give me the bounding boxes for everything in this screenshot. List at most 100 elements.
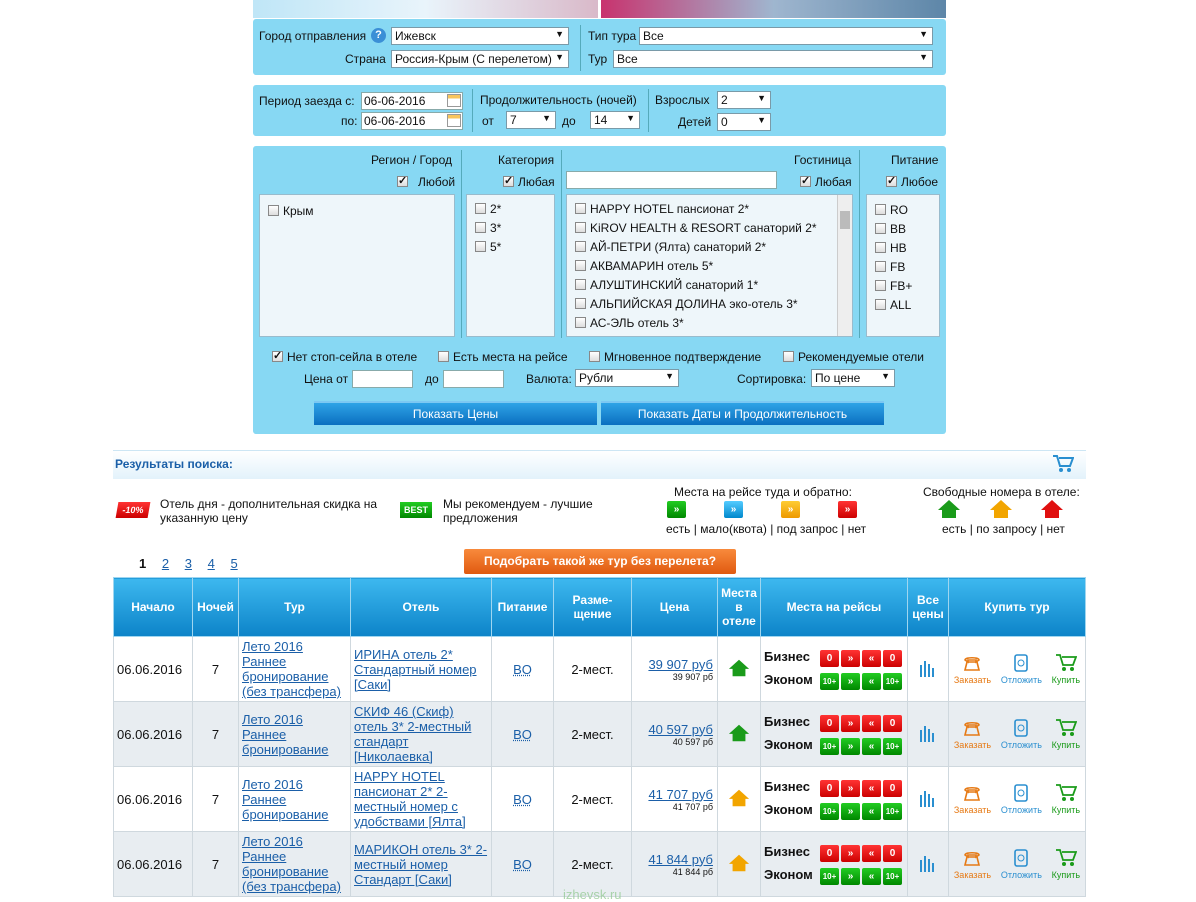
buy-button[interactable]: Купить (1052, 848, 1080, 880)
currency-select[interactable]: Рубли ▼ (575, 369, 679, 387)
page-1[interactable]: 1 (139, 556, 146, 571)
list-item[interactable]: FB+ (875, 278, 931, 297)
show-prices-button[interactable]: Показать Цены (314, 401, 597, 425)
page-5[interactable]: 5 (230, 556, 237, 571)
nights-from-select[interactable]: 7 ▼ (506, 111, 556, 129)
list-item[interactable]: BB (875, 221, 931, 240)
tour-type-select[interactable]: Все ▼ (639, 27, 933, 45)
buy-button[interactable]: Купить (1052, 783, 1080, 815)
house-orange-icon (728, 854, 750, 876)
defer-button[interactable]: Отложить (1001, 718, 1042, 750)
hotel-link[interactable]: МАРИКОН отель 3* 2-местный номер Стандар… (354, 842, 487, 887)
checkbox[interactable] (886, 174, 897, 187)
list-item[interactable]: RO (875, 202, 931, 221)
order-button[interactable]: Заказать (954, 653, 991, 685)
col-price[interactable]: Цена (631, 577, 718, 637)
list-item[interactable]: 2* (475, 201, 546, 220)
order-button[interactable]: Заказать (954, 848, 991, 880)
no-flight-button[interactable]: Подобрать такой же тур без перелета? (464, 549, 736, 574)
page-2[interactable]: 2 (162, 556, 169, 571)
tour-link[interactable]: Лето 2016 Раннее бронирование (без транс… (242, 834, 341, 894)
opt-no-stop-sale[interactable]: Нет стоп-сейла в отеле (272, 349, 417, 364)
defer-button[interactable]: Отложить (1001, 653, 1042, 685)
meal-link[interactable]: BO (513, 857, 532, 872)
buy-button[interactable]: Купить (1052, 718, 1080, 750)
col-start[interactable]: Начало (113, 577, 193, 637)
hotel-link[interactable]: ИРИНА отель 2* Стандартный номер [Саки] (354, 647, 477, 692)
scrollbar[interactable] (837, 195, 852, 336)
price-link[interactable]: 40 597 руб (648, 722, 713, 737)
col-hotel[interactable]: Отель (350, 577, 492, 637)
hotel-any[interactable]: Любая (800, 174, 852, 189)
hotel-link[interactable]: СКИФ 46 (Скиф) отель 3* 2-местный станда… (354, 704, 471, 764)
order-button[interactable]: Заказать (954, 783, 991, 815)
col-nights[interactable]: Ночей (192, 577, 239, 637)
tour-link[interactable]: Лето 2016 Раннее бронирование (без транс… (242, 639, 341, 699)
tour-select[interactable]: Все ▼ (613, 50, 933, 68)
adults-select[interactable]: 2 ▼ (717, 91, 771, 109)
list-item[interactable]: KiROV HEALTH & RESORT санаторий 2* (575, 220, 844, 239)
col-meal[interactable]: Питание (491, 577, 554, 637)
page-3[interactable]: 3 (185, 556, 192, 571)
city-select[interactable]: Ижевск ▼ (391, 27, 569, 45)
col-tour[interactable]: Тур (238, 577, 351, 637)
defer-button[interactable]: Отложить (1001, 783, 1042, 815)
bar-chart-icon[interactable] (918, 725, 938, 745)
opt-recommended[interactable]: Рекомендуемые отели (783, 350, 924, 364)
bar-chart-icon[interactable] (918, 660, 938, 680)
list-item[interactable]: АЙ-ПЕТРИ (Ялта) санаторий 2* (575, 239, 844, 258)
list-item[interactable]: АЛЬПИЙСКАЯ ДОЛИНА эко-отель 3* (575, 296, 844, 315)
hotel-search-input[interactable] (566, 171, 777, 189)
page-4[interactable]: 4 (208, 556, 215, 571)
price-to-input[interactable] (443, 370, 504, 388)
price-from-input[interactable] (352, 370, 413, 388)
defer-button[interactable]: Отложить (1001, 848, 1042, 880)
region-list[interactable]: Крым (259, 194, 455, 337)
show-dates-button[interactable]: Показать Даты и Продолжительность (601, 401, 884, 425)
list-item[interactable]: 5* (475, 239, 546, 258)
list-item[interactable]: АКВАМАРИН отель 5* (575, 258, 844, 277)
hotel-link[interactable]: HAPPY HOTEL пансионат 2* 2-местный номер… (354, 769, 466, 829)
meal-link[interactable]: BO (513, 792, 532, 807)
meal-link[interactable]: BO (513, 662, 532, 677)
hotel-list[interactable]: HAPPY HOTEL пансионат 2* KiROV HEALTH & … (566, 194, 853, 337)
list-item[interactable]: FB (875, 259, 931, 278)
country-select[interactable]: Россия-Крым (С перелетом) ▼ (391, 50, 569, 68)
buy-button[interactable]: Купить (1052, 653, 1080, 685)
opt-flight-seats[interactable]: Есть места на рейсе (438, 350, 568, 364)
opt-instant[interactable]: Мгновенное подтверждение (589, 350, 761, 364)
bar-chart-icon[interactable] (918, 855, 938, 875)
meal-link[interactable]: BO (513, 727, 532, 742)
checkbox[interactable] (397, 174, 408, 187)
list-item[interactable]: ALL (875, 297, 931, 316)
price-link[interactable]: 41 844 руб (648, 852, 713, 867)
checkbox[interactable] (800, 174, 811, 187)
nights-to-select[interactable]: 14 ▼ (590, 111, 640, 129)
bar-chart-icon[interactable] (918, 790, 938, 810)
children-select[interactable]: 0 ▼ (717, 113, 771, 131)
tour-link[interactable]: Лето 2016 Раннее бронирование (242, 712, 328, 757)
order-button[interactable]: Заказать (954, 718, 991, 750)
calendar-icon[interactable] (447, 94, 461, 107)
meal-list[interactable]: RO BB HB FB FB+ ALL (866, 194, 940, 337)
list-item[interactable]: HB (875, 240, 931, 259)
tour-link[interactable]: Лето 2016 Раннее бронирование (242, 777, 328, 822)
col-place[interactable]: Разме-щение (553, 577, 632, 637)
list-item[interactable]: 3* (475, 220, 546, 239)
list-item[interactable]: HAPPY HOTEL пансионат 2* (575, 201, 844, 220)
price-link[interactable]: 41 707 руб (648, 787, 713, 802)
help-icon[interactable]: ? (371, 28, 386, 43)
category-any[interactable]: Любая (503, 174, 555, 189)
calendar-icon[interactable] (447, 114, 461, 127)
list-item[interactable]: АЛУШТИНСКИЙ санаторий 1* (575, 277, 844, 296)
cart-icon[interactable] (1052, 454, 1075, 474)
region-any[interactable]: Любой (397, 174, 455, 189)
checkbox[interactable] (503, 174, 514, 187)
list-item[interactable]: АС-ЭЛЬ отель 3* (575, 315, 844, 334)
sort-select[interactable]: По цене ▼ (811, 369, 895, 387)
scroll-thumb[interactable] (840, 211, 850, 229)
price-link[interactable]: 39 907 руб (648, 657, 713, 672)
list-item[interactable]: Крым (268, 203, 446, 222)
category-list[interactable]: 2* 3* 5* (466, 194, 555, 337)
meal-any[interactable]: Любое (886, 174, 938, 189)
